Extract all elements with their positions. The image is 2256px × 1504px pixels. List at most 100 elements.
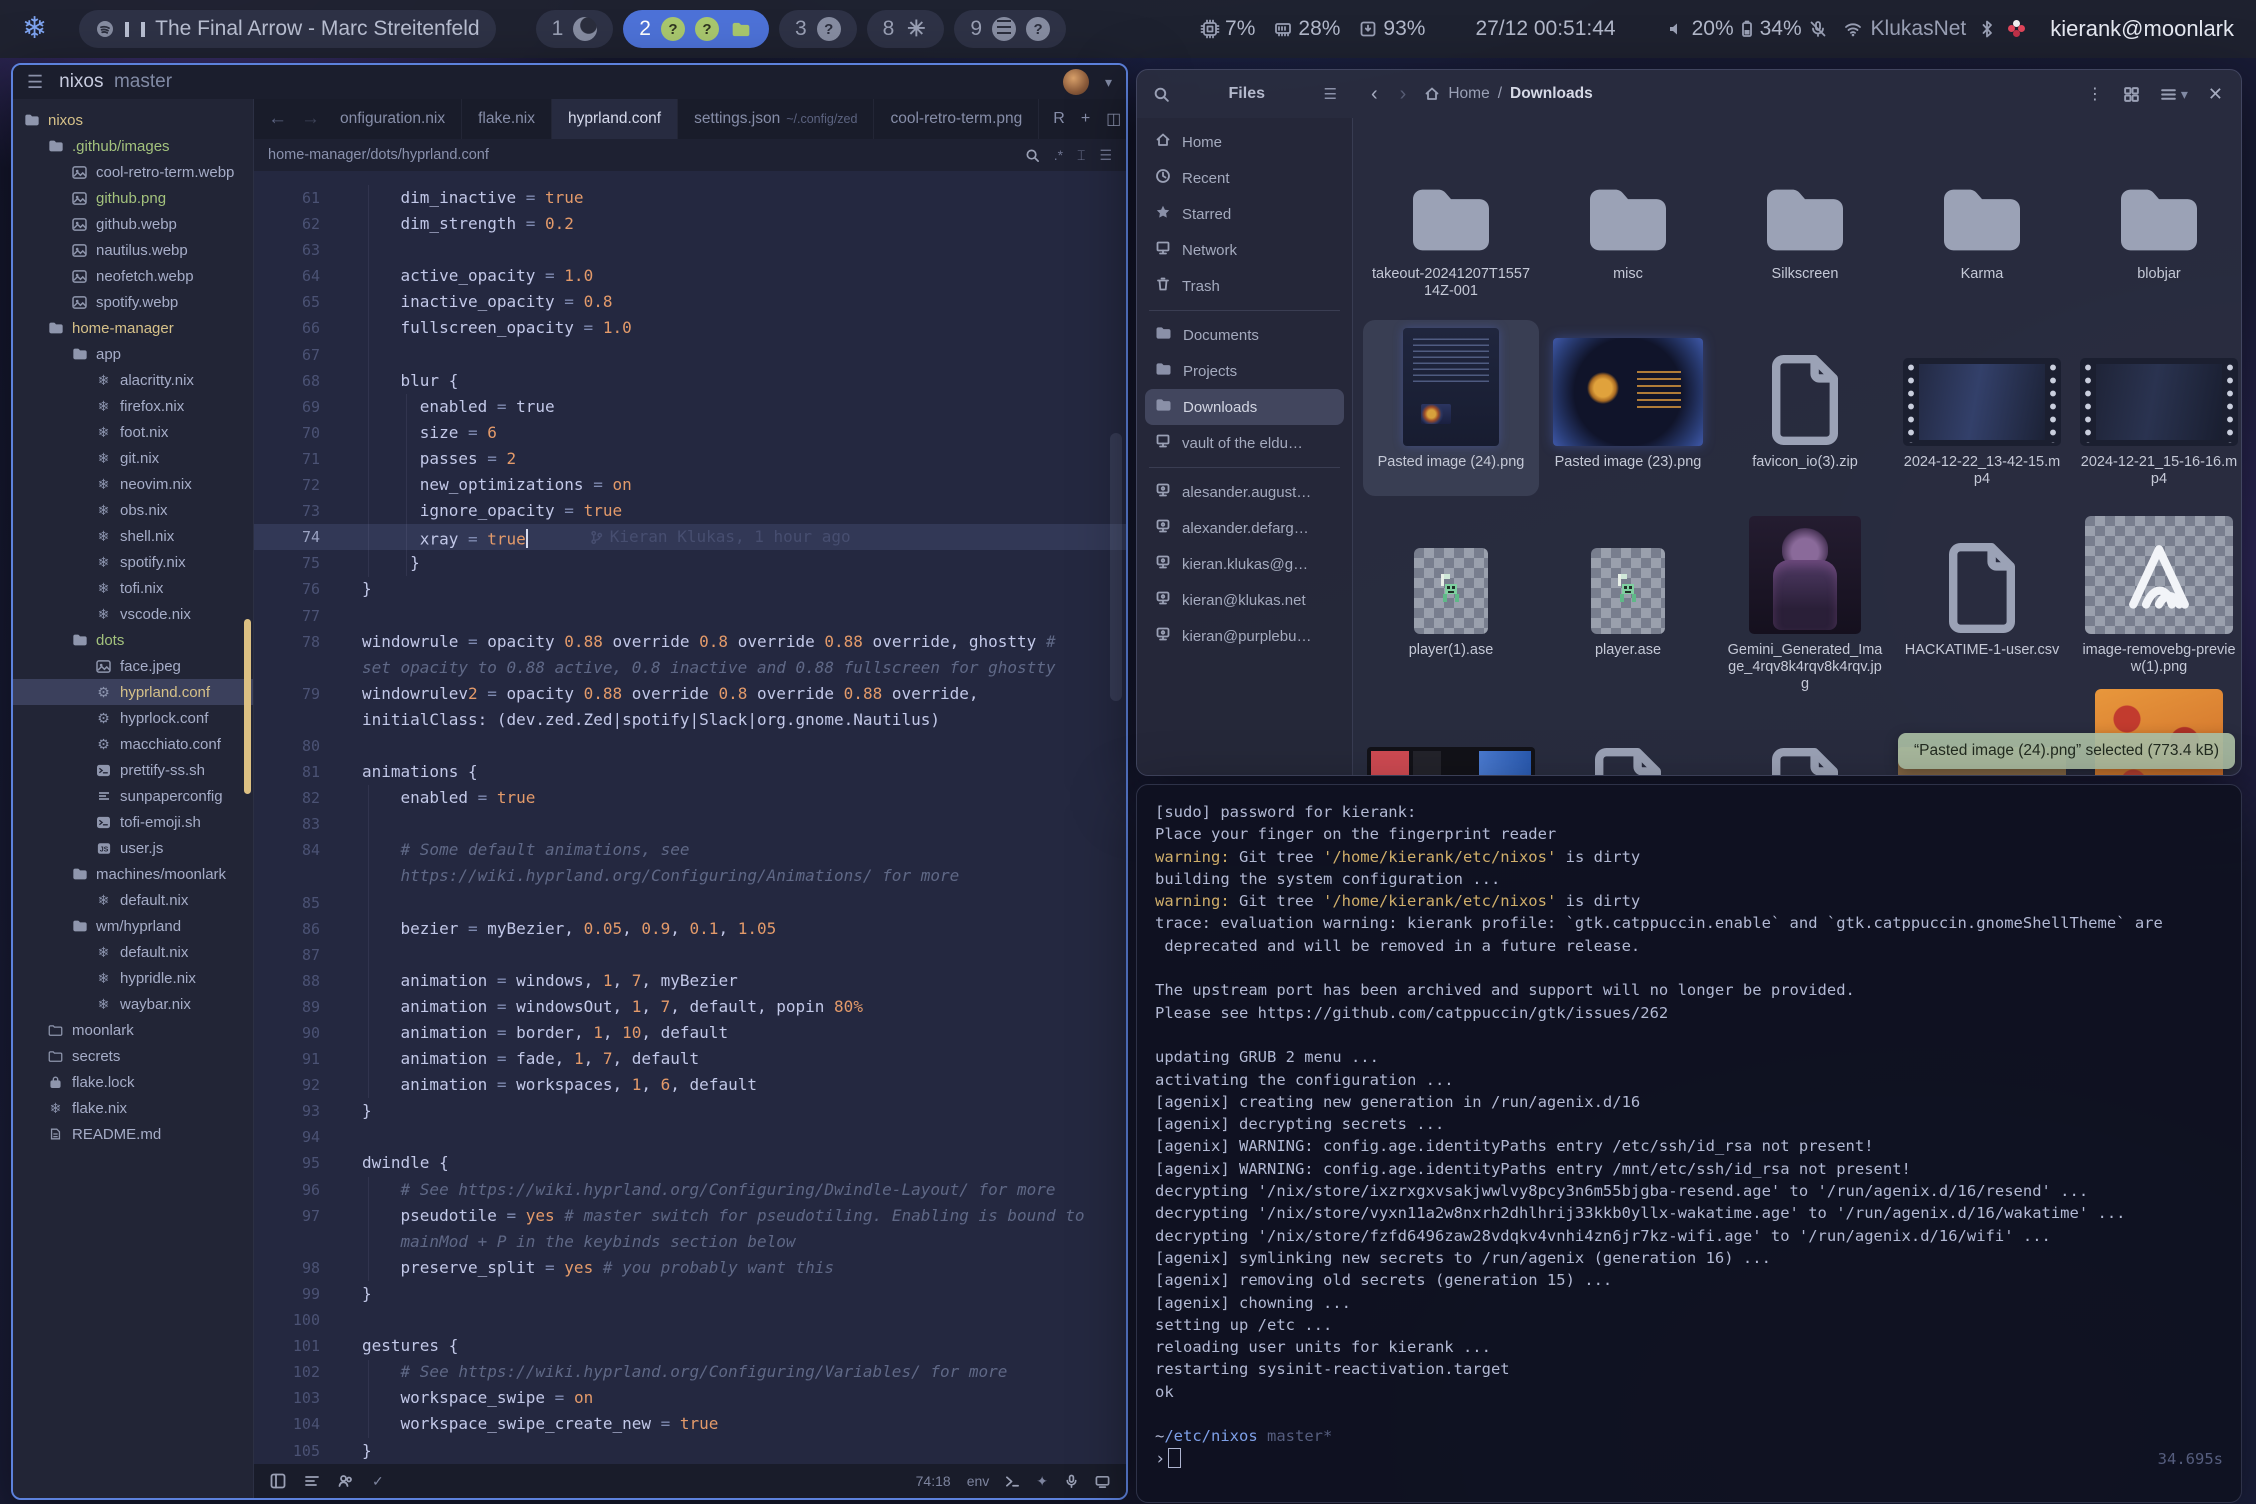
file-item-ca.crt[interactable]: ca.crt <box>1717 713 1893 775</box>
code-line[interactable]: 93} <box>254 1098 1126 1124</box>
project-name[interactable]: nixos <box>59 71 103 92</box>
tree-item-hypridle.nix[interactable]: ❄hypridle.nix <box>13 965 253 991</box>
editor-titlebar[interactable]: ☰ nixos master ▾ <box>13 65 1126 99</box>
code-line[interactable]: 91 animation = fade, 1, 7, default <box>254 1046 1126 1072</box>
file-item-image-removebg-preview(1).png[interactable]: image-removebg-preview(1).png <box>2071 508 2241 701</box>
code-line[interactable]: 75 } <box>254 550 1126 576</box>
tree-item-shell.nix[interactable]: ❄shell.nix <box>13 523 253 549</box>
breadcrumb-home[interactable]: Home <box>1448 85 1489 103</box>
code-line[interactable]: mainMod + P in the keybinds section belo… <box>254 1229 1126 1255</box>
tree-item-alacritty.nix[interactable]: ❄alacritty.nix <box>13 367 253 393</box>
code-line[interactable]: 74 xray = trueKieran Klukas, 1 hour ago <box>254 524 1126 550</box>
code-line[interactable]: 103 workspace_swipe = on <box>254 1385 1126 1411</box>
code-line[interactable]: 72 new_optimizations = on <box>254 472 1126 498</box>
kebab-menu-icon[interactable]: ⋮ <box>2087 84 2103 104</box>
tray-app-icon[interactable] <box>2008 20 2026 38</box>
code-line[interactable]: 90 animation = border, 1, 10, default <box>254 1020 1126 1046</box>
code-line[interactable]: 85 <box>254 890 1126 916</box>
chevron-down-icon[interactable]: ▾ <box>1105 74 1112 91</box>
tree-item-git.nix[interactable]: ❄git.nix <box>13 445 253 471</box>
menu-icon[interactable]: ☰ <box>27 72 43 93</box>
file-item-player.ase[interactable]: player.ase <box>1540 508 1716 701</box>
mic-muted-icon[interactable] <box>1808 19 1828 39</box>
chevron-down-icon[interactable]: ▾ <box>2181 86 2188 103</box>
tree-item-macchiato.conf[interactable]: ⚙macchiato.conf <box>13 731 253 757</box>
code-line[interactable]: 63 <box>254 237 1126 263</box>
workspace-3[interactable]: 3? <box>779 10 857 48</box>
code-line[interactable]: 92 animation = workspaces, 1, 6, default <box>254 1072 1126 1098</box>
tree-item-dots[interactable]: dots <box>13 627 253 653</box>
assistant-icon[interactable]: ✦ <box>1036 1473 1048 1490</box>
file-item-blobjar[interactable]: blobjar <box>2071 132 2241 308</box>
sidebar-item-vault of the eldu…[interactable]: vault of the eldu… <box>1145 425 1344 461</box>
tab-settings.json[interactable]: settings.json~/.config/zed <box>678 99 874 139</box>
sidebar-item-Projects[interactable]: Projects <box>1145 353 1344 389</box>
code-line[interactable]: 77 <box>254 603 1126 629</box>
tree-item-README.md[interactable]: README.md <box>13 1121 253 1147</box>
workspace-9[interactable]: 9? <box>954 10 1066 48</box>
diagnostics-check-icon[interactable]: ✓ <box>372 1473 384 1490</box>
tree-item-tofi-emoji.sh[interactable]: tofi-emoji.sh <box>13 809 253 835</box>
regex-icon[interactable]: .* <box>1054 147 1063 163</box>
code-line[interactable]: 97 pseudotile = yes # master switch for … <box>254 1203 1126 1229</box>
code-line[interactable]: 105} <box>254 1438 1126 1464</box>
tree-item-firefox.nix[interactable]: ❄firefox.nix <box>13 393 253 419</box>
tree-item-default.nix[interactable]: ❄default.nix <box>13 887 253 913</box>
forward-icon[interactable]: › <box>1400 83 1407 106</box>
code-line[interactable]: 68 blur { <box>254 368 1126 394</box>
tree-item-obs.nix[interactable]: ❄obs.nix <box>13 497 253 523</box>
bluetooth-icon[interactable] <box>1980 19 1994 39</box>
file-item-player(1).ase[interactable]: player(1).ase <box>1363 508 1539 701</box>
terminal-panel-icon[interactable] <box>1005 1474 1020 1489</box>
sidebar-item-kieran@klukas.net[interactable]: kieran@klukas.net <box>1145 582 1344 618</box>
workspace-2[interactable]: 2?? <box>623 10 769 48</box>
tree-item-prettify-ss.sh[interactable]: prettify-ss.sh <box>13 757 253 783</box>
file-item-2024-12-22_13-42-15.mp4[interactable]: 2024-12-22_13-42-15.mp4 <box>1894 320 2070 496</box>
tree-item-github.png[interactable]: github.png <box>13 185 253 211</box>
editor-scrollbar[interactable] <box>1110 433 1122 701</box>
code-line[interactable]: 65 inactive_opacity = 0.8 <box>254 289 1126 315</box>
tree-item-hyprland.conf[interactable]: ⚙hyprland.conf <box>13 679 253 705</box>
grid-view-icon[interactable] <box>2123 86 2140 103</box>
code-line[interactable]: 104 workspace_swipe_create_new = true <box>254 1411 1126 1437</box>
tree-item-tofi.nix[interactable]: ❄tofi.nix <box>13 575 253 601</box>
sidebar-item-kieran@purplebu…[interactable]: kieran@purplebu… <box>1145 618 1344 654</box>
file-item-2024-12-21_15-16-16.mp4[interactable]: 2024-12-21_15-16-16.mp4 <box>2071 320 2241 496</box>
code-editor[interactable]: 61 dim_inactive = true62 dim_strength = … <box>254 171 1126 1464</box>
media-player-widget[interactable]: The Final Arrow - Marc Streitenfeld <box>79 10 495 48</box>
code-line[interactable]: 80 <box>254 733 1126 759</box>
code-line[interactable]: 66 fullscreen_opacity = 1.0 <box>254 315 1126 341</box>
code-line[interactable]: 61 dim_inactive = true <box>254 185 1126 211</box>
tree-item-wm/hyprland[interactable]: wm/hyprland <box>13 913 253 939</box>
file-item-favicon_io(3).zip[interactable]: favicon_io(3).zip <box>1717 320 1893 496</box>
tree-item-flake.lock[interactable]: flake.lock <box>13 1069 253 1095</box>
code-line[interactable]: 78windowrule = opacity 0.88 override 0.8… <box>254 629 1126 655</box>
sidebar-item-Recent[interactable]: Recent <box>1145 160 1344 196</box>
new-tab-icon[interactable]: + <box>1081 110 1090 128</box>
code-line[interactable]: 94 <box>254 1124 1126 1150</box>
nav-forward-icon[interactable]: → <box>301 108 320 130</box>
code-line[interactable]: 69 enabled = true <box>254 394 1126 420</box>
file-item-misc[interactable]: misc <box>1540 132 1716 308</box>
tree-item-cool-retro-term.webp[interactable]: cool-retro-term.webp <box>13 159 253 185</box>
tree-item-.github/images[interactable]: .github/images <box>13 133 253 159</box>
code-line[interactable]: 83 <box>254 811 1126 837</box>
tree-item-sunpaperconfig[interactable]: sunpaperconfig <box>13 783 253 809</box>
env-label[interactable]: env <box>967 1473 990 1489</box>
code-line[interactable]: 71 passes = 2 <box>254 446 1126 472</box>
pause-icon[interactable] <box>125 22 145 37</box>
tree-item-neovim.nix[interactable]: ❄neovim.nix <box>13 471 253 497</box>
sidebar-item-Documents[interactable]: Documents <box>1145 317 1344 353</box>
file-item-Pasted image (24).png[interactable]: Pasted image (24).png <box>1363 320 1539 496</box>
hamburger-menu-icon[interactable]: ☰ <box>1324 85 1337 103</box>
code-line[interactable]: 96 # See https://wiki.hyprland.org/Confi… <box>254 1177 1126 1203</box>
code-line[interactable]: 81animations { <box>254 759 1126 785</box>
workspace-8[interactable]: 8✳ <box>867 10 945 48</box>
tree-item-user.js[interactable]: JSuser.js <box>13 835 253 861</box>
nixos-logo-icon[interactable]: ❄ <box>22 14 47 44</box>
avatar[interactable] <box>1063 69 1089 95</box>
code-line[interactable]: set opacity to 0.88 active, 0.8 inactive… <box>254 655 1126 681</box>
code-line[interactable]: 102 # See https://wiki.hyprland.org/Conf… <box>254 1359 1126 1385</box>
breadcrumb-current[interactable]: Downloads <box>1510 85 1593 103</box>
sidebar-item-Trash[interactable]: Trash <box>1145 268 1344 304</box>
